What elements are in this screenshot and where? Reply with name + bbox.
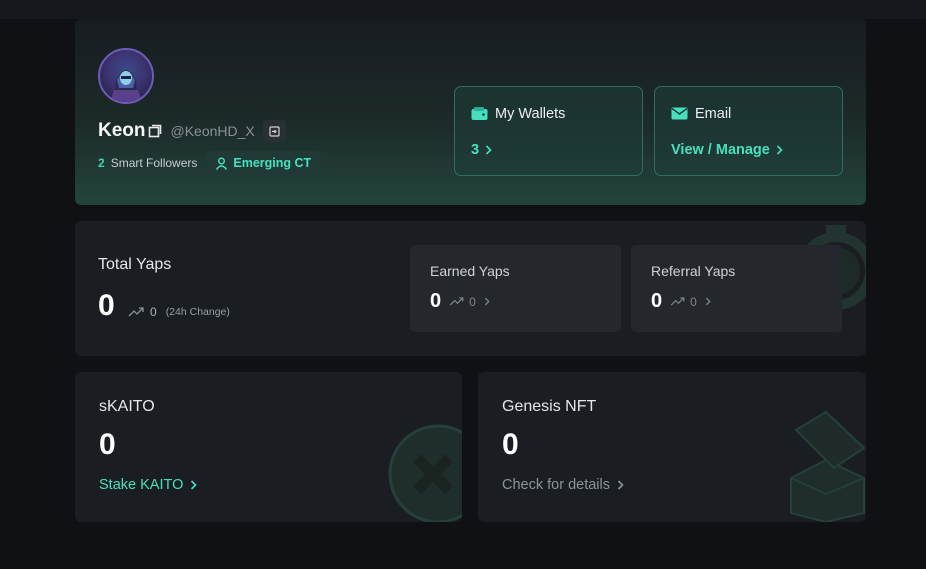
stake-kaito-link[interactable]: Stake KAITO [99, 477, 197, 493]
referral-yaps-value: 0 [651, 290, 663, 312]
change-note: (24h Change) [165, 306, 230, 318]
chevron-right-icon [776, 145, 783, 155]
check-details-label: Check for details [502, 477, 610, 493]
genesis-value: 0 [502, 428, 519, 461]
earned-yaps-change: 0 [469, 294, 476, 309]
total-yaps-change-value: 0 [150, 305, 157, 319]
email-card[interactable]: Email View / Manage [654, 86, 843, 176]
stake-kaito-label: Stake KAITO [99, 477, 184, 493]
trend-up-icon [670, 297, 685, 306]
total-yaps-value: 0 [98, 289, 115, 322]
email-manage-link[interactable]: View / Manage [671, 142, 783, 158]
wallets-count: 3 [471, 142, 480, 158]
referral-yaps-change: 0 [690, 294, 697, 309]
profile-name: Keon [98, 120, 146, 141]
skaito-value: 0 [99, 428, 116, 461]
genesis-title: Genesis NFT [502, 398, 597, 415]
smart-followers-label: Smart Followers [110, 156, 198, 170]
top-bar [0, 0, 926, 19]
wallet-icon [471, 107, 488, 121]
box-decor-icon [790, 410, 866, 522]
badge-label: Emerging CT [233, 156, 312, 170]
chevron-right-icon [705, 297, 711, 306]
wallets-title: My Wallets [495, 106, 566, 122]
total-yaps-change: 0 (24h Change) [128, 305, 230, 319]
trend-up-icon [128, 307, 144, 317]
earned-yaps-title: Earned Yaps [430, 263, 510, 279]
my-wallets-card[interactable]: My Wallets 3 [454, 86, 643, 176]
skaito-title: sKAITO [99, 398, 155, 415]
earned-yaps-value: 0 [430, 290, 442, 312]
profile-handle: @KeonHD_X [170, 123, 255, 139]
earned-yaps-card[interactable]: Earned Yaps 0 0 [410, 245, 621, 332]
check-details-link[interactable]: Check for details [502, 477, 624, 493]
wallets-link[interactable]: 3 [471, 142, 492, 158]
logout-button[interactable] [262, 120, 286, 142]
genesis-nft-card: Genesis NFT 0 Check for details [478, 372, 866, 522]
smart-followers-count[interactable]: 2 [98, 156, 105, 170]
avatar[interactable] [98, 48, 154, 104]
referral-yaps-title: Referral Yaps [651, 263, 736, 279]
referral-yaps-card[interactable]: Referral Yaps 0 0 [631, 245, 842, 332]
user-icon [216, 157, 228, 170]
total-yaps-title: Total Yaps [98, 256, 172, 273]
trend-up-icon [449, 297, 464, 306]
total-yaps-card: Total Yaps 0 0 (24h Change) Earned Yaps … [75, 221, 866, 356]
email-title: Email [695, 106, 732, 122]
copy-icon[interactable] [148, 124, 162, 138]
kaito-coin-decor-icon [388, 424, 462, 522]
chevron-right-icon [485, 145, 492, 155]
chevron-right-icon [190, 480, 197, 490]
skaito-card: sKAITO 0 Stake KAITO [75, 372, 462, 522]
email-link-label: View / Manage [671, 142, 770, 158]
mail-icon [671, 107, 688, 121]
profile-card: Keon @KeonHD_X 2 Smart Followers Emergin… [75, 19, 866, 205]
chevron-right-icon [617, 480, 624, 490]
emerging-ct-badge: Emerging CT [206, 151, 322, 175]
logout-icon [269, 125, 280, 137]
chevron-right-icon [484, 297, 490, 306]
